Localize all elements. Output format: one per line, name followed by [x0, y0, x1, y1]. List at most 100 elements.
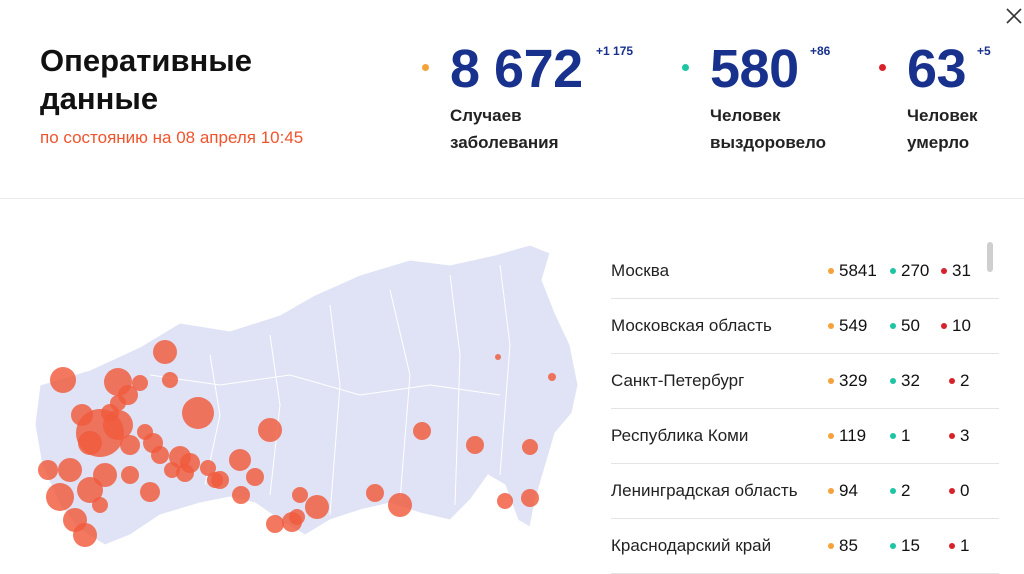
cases-dot-icon [828, 323, 834, 329]
region-bubble[interactable] [466, 436, 484, 454]
region-bubble[interactable] [162, 372, 178, 388]
section-divider [0, 198, 1024, 199]
recovered-value: 580 [710, 39, 799, 99]
cases-dot-icon [422, 64, 429, 71]
region-bubble[interactable] [246, 468, 264, 486]
cases-delta: +1 175 [596, 44, 634, 58]
region-bubble[interactable] [258, 418, 282, 442]
recovered-dot-icon [890, 543, 896, 549]
region-bubble[interactable] [104, 368, 132, 396]
region-bubble[interactable] [78, 431, 102, 455]
region-bubble[interactable] [153, 340, 177, 364]
deaths-cell: 31 [941, 244, 971, 298]
update-timestamp: по состоянию на 08 апреля 10:45 [40, 128, 304, 147]
cases-dot-icon [828, 433, 834, 439]
region-bubble[interactable] [229, 449, 251, 471]
table-row[interactable]: Республика Коми 119 1 3 [611, 409, 999, 464]
cases-dot-icon [828, 543, 834, 549]
region-bubble[interactable] [232, 486, 250, 504]
region-bubble[interactable] [292, 487, 308, 503]
recovered-dot-icon [890, 433, 896, 439]
recovered-dot-icon [890, 268, 896, 274]
region-bubble[interactable] [495, 354, 501, 360]
deaths-cell: 1 [949, 519, 969, 573]
recovered-cell: 2 [890, 464, 910, 518]
region-bubble[interactable] [46, 483, 74, 511]
region-bubble[interactable] [366, 484, 384, 502]
cases-dot-icon [828, 268, 834, 274]
page-title: Оперативные данные [40, 42, 252, 118]
region-bubble[interactable] [73, 523, 97, 547]
region-bubble[interactable] [120, 435, 140, 455]
region-name: Санкт-Петербург [611, 371, 745, 390]
recovered-dot-icon [682, 64, 689, 71]
deaths-dot-icon [941, 268, 947, 274]
deaths-cell: 3 [949, 409, 969, 463]
cases-cell: 85 [828, 519, 858, 573]
recovered-cell: 1 [890, 409, 910, 463]
region-bubble[interactable] [121, 466, 139, 484]
region-bubble[interactable] [140, 482, 160, 502]
cases-cell: 94 [828, 464, 858, 518]
recovered-label: Человек выздоровело [710, 106, 827, 152]
deaths-dot-icon [949, 378, 955, 384]
region-bubble[interactable] [182, 397, 214, 429]
region-bubble[interactable] [92, 497, 108, 513]
deaths-cell: 2 [949, 354, 969, 408]
region-bubble[interactable] [521, 489, 539, 507]
table-row[interactable]: Москва 5841 270 31 [611, 244, 999, 299]
region-bubble[interactable] [137, 424, 153, 440]
region-name: Москва [611, 261, 670, 280]
region-bubble[interactable] [38, 460, 58, 480]
table-row[interactable]: Санкт-Петербург 329 32 2 [611, 354, 999, 409]
table-row[interactable]: Московская область 549 50 10 [611, 299, 999, 354]
deaths-dot-icon [949, 488, 955, 494]
russia-map[interactable] [30, 235, 590, 565]
title-line-1: Оперативные [40, 43, 252, 78]
region-bubble[interactable] [413, 422, 431, 440]
region-bubble[interactable] [180, 453, 200, 473]
regions-table: Москва 5841 270 31 Московская область 54… [611, 244, 999, 574]
close-icon[interactable] [1004, 6, 1024, 26]
region-bubble[interactable] [289, 509, 305, 525]
region-bubble[interactable] [151, 446, 169, 464]
region-bubble[interactable] [207, 472, 223, 488]
recovered-dot-icon [890, 378, 896, 384]
deaths-dot-icon [949, 433, 955, 439]
cases-value: 8 672 [450, 39, 583, 99]
region-bubble[interactable] [388, 493, 412, 517]
cases-cell: 119 [828, 409, 866, 463]
deaths-dot-icon [949, 543, 955, 549]
recovered-dot-icon [890, 323, 896, 329]
region-name: Республика Коми [611, 426, 749, 445]
deaths-value: 63 [907, 39, 967, 99]
table-row[interactable]: Ленинградская область 94 2 0 [611, 464, 999, 519]
region-name: Московская область [611, 316, 772, 335]
region-bubble[interactable] [71, 404, 93, 426]
region-bubble[interactable] [110, 395, 126, 411]
deaths-cell: 0 [949, 464, 969, 518]
cases-dot-icon [828, 488, 834, 494]
table-row[interactable]: Краснодарский край 85 15 1 [611, 519, 999, 574]
region-name: Краснодарский край [611, 536, 772, 555]
cases-cell: 5841 [828, 244, 877, 298]
deaths-cell: 10 [941, 299, 971, 353]
region-bubble[interactable] [132, 375, 148, 391]
deaths-dot-icon [941, 323, 947, 329]
region-bubble[interactable] [305, 495, 329, 519]
region-bubble[interactable] [50, 367, 76, 393]
region-bubble[interactable] [266, 515, 284, 533]
region-bubble[interactable] [497, 493, 513, 509]
region-bubble[interactable] [58, 458, 82, 482]
recovered-cell: 15 [890, 519, 920, 573]
recovered-dot-icon [890, 488, 896, 494]
deaths-delta: +5 [977, 44, 991, 58]
region-bubble[interactable] [164, 462, 180, 478]
recovered-cell: 50 [890, 299, 920, 353]
title-line-2: данные [40, 81, 159, 116]
recovered-delta: +86 [810, 44, 831, 58]
deaths-label: Человек умерло [907, 106, 978, 152]
region-bubble[interactable] [548, 373, 556, 381]
deaths-dot-icon [879, 64, 886, 71]
region-bubble[interactable] [522, 439, 538, 455]
